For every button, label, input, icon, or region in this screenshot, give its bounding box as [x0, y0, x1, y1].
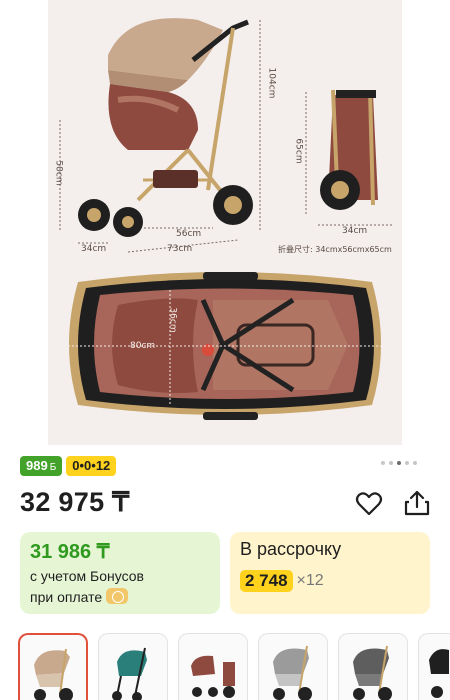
- thumbnail-brown[interactable]: [178, 633, 248, 700]
- share-button[interactable]: [402, 488, 432, 518]
- product-price: 32 975 ₸: [20, 487, 130, 517]
- promo-badges: 989 Б 0•0•12: [20, 456, 117, 476]
- installment-card[interactable]: В рассрочку 2 748 ×12: [230, 532, 430, 614]
- bonus-caption-1: с учетом Бонусов: [30, 568, 144, 584]
- dim-length: 73cm: [167, 244, 193, 254]
- gallery-dot[interactable]: [413, 461, 417, 465]
- thumbnail-beige[interactable]: [18, 633, 88, 700]
- dim-seat-height: 50cm: [53, 160, 64, 186]
- stroller-illustration: [59, 18, 393, 420]
- favorite-button[interactable]: [354, 489, 384, 519]
- installment-row: 2 748 ×12: [240, 570, 420, 592]
- bonus-caption-2-row: при оплате: [30, 588, 210, 605]
- gallery-dot-active[interactable]: [397, 461, 401, 465]
- bonus-caption-2: при оплате: [30, 589, 103, 605]
- installment-title: В рассрочку: [240, 539, 342, 559]
- installment-badge: 0•0•12: [66, 456, 117, 476]
- heart-icon: [355, 492, 383, 516]
- product-image: 104cm 50cm 65cm 56cm 34cm 73cm 34cm 折叠尺寸…: [48, 0, 402, 445]
- dim-bassinet-width: 36cm: [167, 307, 178, 333]
- thumbnail-black[interactable]: [418, 633, 450, 700]
- bonus-payment-icon: [106, 588, 129, 604]
- dim-height-total: 104cm: [266, 67, 277, 99]
- gallery-dot[interactable]: [381, 461, 385, 465]
- dim-folded-size: 折叠尺寸: 34cmx56cmx65cm: [278, 245, 392, 254]
- variant-thumbnails: [18, 633, 450, 700]
- dim-folded-width: 34cm: [342, 226, 368, 236]
- stroller-thumb-icon: [191, 655, 235, 698]
- bonus-badge: 989 Б: [20, 456, 63, 476]
- installment-multiplier: ×12: [296, 572, 324, 589]
- stroller-thumb-icon: [273, 645, 312, 700]
- stroller-thumb-icon: [34, 648, 73, 700]
- dim-bassinet-length: 80cm: [130, 341, 156, 351]
- bonus-price: 31 986 ₸: [30, 541, 110, 563]
- gallery-pagination: [381, 461, 417, 465]
- gallery-dot[interactable]: [405, 461, 409, 465]
- gallery-dot[interactable]: [389, 461, 393, 465]
- dim-folded-height: 65cm: [293, 138, 304, 164]
- stroller-thumb-icon: [429, 649, 449, 698]
- stroller-thumb-icon: [353, 645, 392, 700]
- stroller-thumb-icon: [112, 647, 147, 700]
- thumbnail-grey[interactable]: [258, 633, 328, 700]
- bonus-price-card[interactable]: 31 986 ₸ с учетом Бонусов при оплате: [20, 532, 220, 614]
- thumbnail-dark-grey[interactable]: [338, 633, 408, 700]
- dim-wheel-width: 34cm: [81, 244, 107, 254]
- installment-amount: 2 748: [240, 570, 293, 592]
- thumbnail-teal[interactable]: [98, 633, 168, 700]
- product-image-gallery[interactable]: 104cm 50cm 65cm 56cm 34cm 73cm 34cm 折叠尺寸…: [0, 0, 450, 445]
- share-icon: [404, 490, 430, 516]
- dim-wheelbase: 56cm: [176, 229, 202, 239]
